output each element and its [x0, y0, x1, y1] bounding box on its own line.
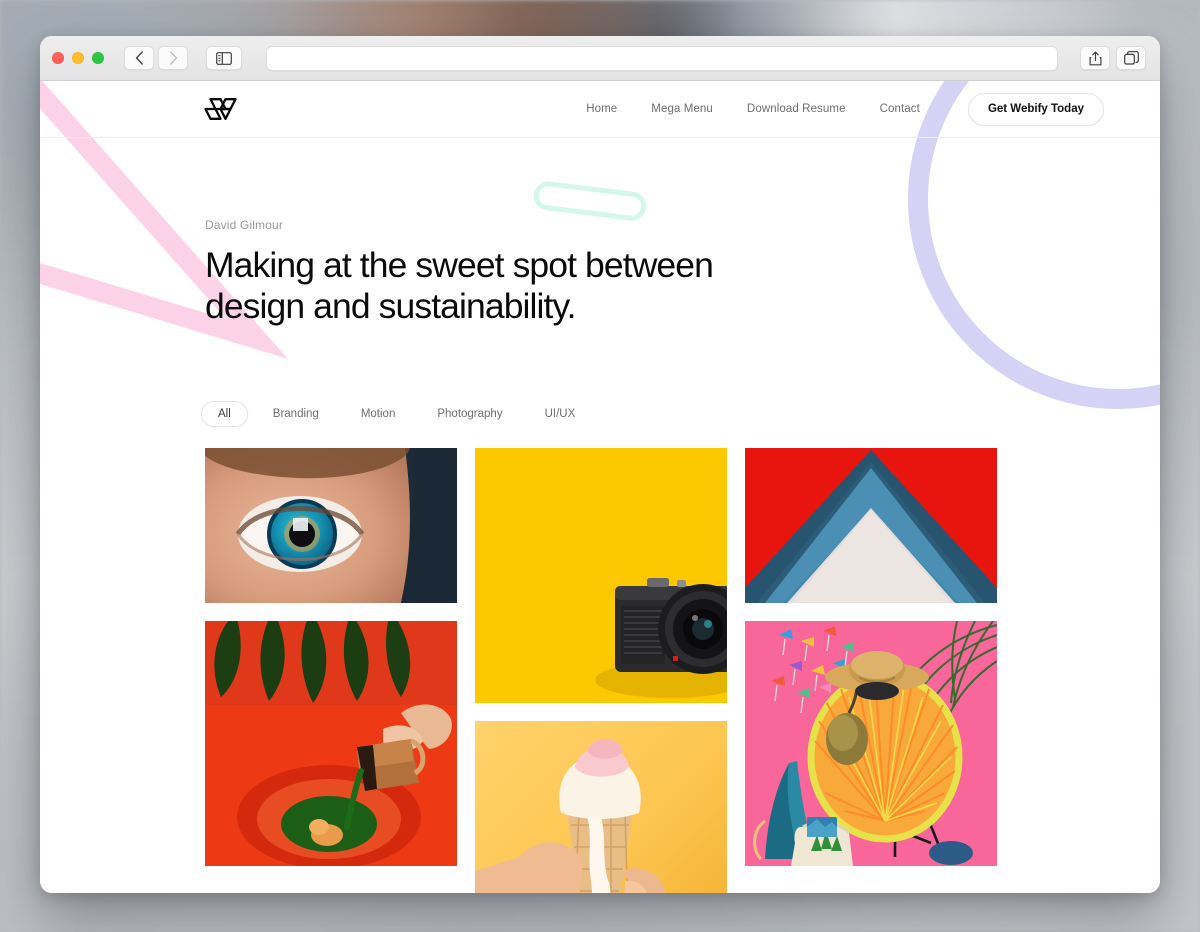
chevron-left-icon — [135, 51, 143, 65]
close-window-button[interactable] — [52, 52, 64, 64]
tropical-photo — [745, 621, 997, 867]
food-photo — [205, 621, 457, 867]
webify-logo-icon — [204, 98, 237, 120]
site-header: Home Mega Menu Download Resume Contact G… — [40, 81, 1160, 138]
sidebar-icon — [216, 51, 232, 65]
webpage-viewport: Home Mega Menu Download Resume Contact G… — [40, 81, 1160, 893]
tabs-icon — [1123, 51, 1139, 65]
window-traffic-lights — [52, 52, 104, 64]
filter-chip-uiux[interactable]: UI/UX — [528, 401, 593, 427]
gallery-item-camera[interactable] — [475, 448, 727, 704]
gallery-column-2 — [475, 448, 727, 893]
back-button[interactable] — [124, 46, 154, 70]
camera-photo — [475, 448, 727, 704]
filter-chip-motion[interactable]: Motion — [344, 401, 413, 427]
portfolio-gallery — [40, 427, 1160, 893]
browser-window: Home Mega Menu Download Resume Contact G… — [40, 36, 1160, 893]
titlebar-right-actions — [1080, 46, 1146, 70]
chevrons-photo — [745, 448, 997, 604]
filter-chip-branding[interactable]: Branding — [256, 401, 336, 427]
share-icon — [1089, 51, 1101, 65]
get-webify-today-button[interactable]: Get Webify Today — [967, 92, 1104, 126]
eye-photo — [205, 448, 457, 604]
minimize-window-button[interactable] — [72, 52, 84, 64]
main-navigation: Home Mega Menu Download Resume Contact G… — [586, 92, 1104, 126]
share-button[interactable] — [1080, 46, 1110, 70]
gallery-item-food[interactable] — [205, 621, 457, 867]
filter-chip-photography[interactable]: Photography — [420, 401, 519, 427]
navigation-buttons — [124, 46, 188, 70]
nav-item-home[interactable]: Home — [586, 103, 617, 115]
gallery-item-eye[interactable] — [205, 448, 457, 604]
portfolio-filter-bar: All Branding Motion Photography UI/UX — [40, 327, 1160, 428]
forward-button[interactable] — [158, 46, 188, 70]
hero-title: Making at the sweet spot between design … — [205, 245, 714, 327]
icecream-photo — [475, 721, 727, 893]
nav-item-download-resume[interactable]: Download Resume — [747, 103, 846, 115]
hero-eyebrow: David Gilmour — [205, 218, 283, 232]
filter-chip-all[interactable]: All — [201, 401, 248, 428]
nav-item-contact[interactable]: Contact — [880, 103, 920, 115]
gallery-item-chevrons[interactable] — [745, 448, 997, 604]
gallery-column-3 — [745, 448, 997, 893]
gallery-item-tropical[interactable] — [745, 621, 997, 867]
hero-section: David Gilmour Making at the sweet spot b… — [40, 138, 1160, 327]
toggle-sidebar-button[interactable] — [206, 46, 242, 70]
maximize-window-button[interactable] — [92, 52, 104, 64]
browser-titlebar — [40, 36, 1160, 81]
address-bar[interactable] — [266, 45, 1058, 71]
site-logo[interactable] — [200, 96, 242, 122]
chevron-right-icon — [169, 51, 177, 65]
nav-item-mega-menu[interactable]: Mega Menu — [651, 103, 713, 115]
tab-overview-button[interactable] — [1116, 46, 1146, 70]
gallery-item-icecream[interactable] — [475, 721, 727, 893]
gallery-column-1 — [205, 448, 457, 893]
